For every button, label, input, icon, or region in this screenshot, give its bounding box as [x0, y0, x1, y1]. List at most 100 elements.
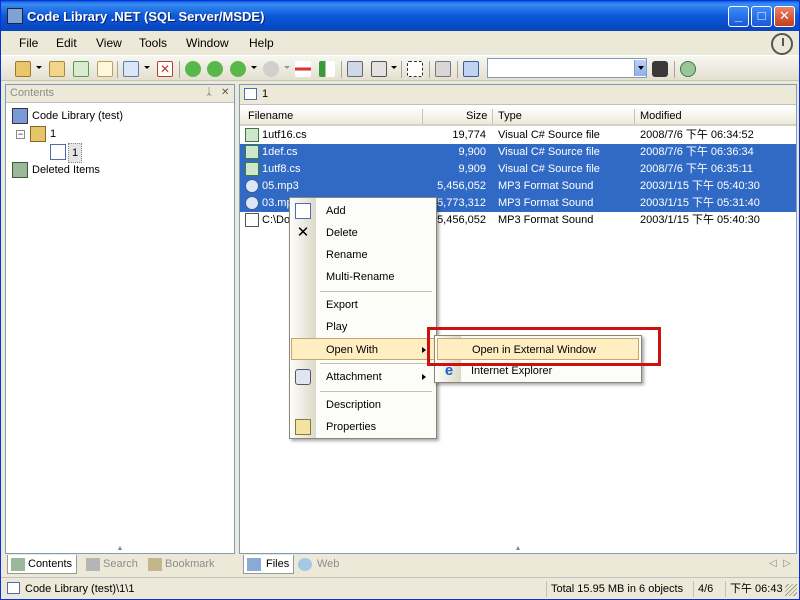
toolbar: ✕ — [1, 55, 799, 81]
left-tab-strip: Contents Search Bookmark — [5, 554, 235, 575]
menu-view[interactable]: View — [96, 36, 122, 50]
table-row[interactable]: 1utf16.cs 19,774 Visual C# Source file 2… — [240, 127, 796, 144]
tab-files[interactable]: Files — [243, 555, 295, 574]
list-view-icon — [7, 582, 20, 594]
left-splitter[interactable]: ▲ — [5, 545, 235, 553]
subfolder-icon — [50, 144, 66, 160]
menu-item-add[interactable]: Add — [292, 200, 434, 222]
menu-item-play[interactable]: Play — [292, 316, 434, 338]
table-row[interactable]: 1utf8.cs 9,909 Visual C# Source file 200… — [240, 161, 796, 178]
disabled-nav-icon — [263, 61, 279, 77]
tab-bookmark[interactable]: Bookmark — [145, 555, 219, 574]
resize-grip-icon[interactable] — [785, 584, 797, 596]
find-in-icon[interactable] — [463, 61, 479, 77]
tree-item-label: 1 — [68, 143, 83, 163]
column-header-modified[interactable]: Modified — [640, 110, 682, 122]
menu-help[interactable]: Help — [249, 36, 274, 50]
remove-icon[interactable] — [295, 61, 311, 77]
right-splitter[interactable]: ▲ — [239, 545, 797, 553]
status-time: 下午 06:43 — [725, 581, 785, 597]
new-item-icon[interactable] — [123, 61, 139, 77]
chevron-down-icon — [284, 66, 290, 69]
close-button[interactable]: ✕ — [774, 6, 795, 27]
chevron-down-icon[interactable] — [144, 66, 150, 69]
tab-web[interactable]: Web — [295, 555, 343, 574]
tab-contents[interactable]: Contents — [7, 555, 78, 574]
cell-modified: 2008/7/6 下午 06:36:34 — [640, 146, 754, 158]
minimize-button[interactable]: _ — [728, 6, 749, 27]
back-icon[interactable] — [185, 61, 201, 77]
contents-icon — [11, 558, 25, 571]
menu-edit[interactable]: Edit — [56, 36, 77, 50]
column-header-filename[interactable]: Filename — [248, 110, 293, 122]
address-text: 1 — [262, 88, 269, 100]
cell-type: Visual C# Source file — [498, 163, 600, 175]
right-tab-strip: Files Web ◁ ▷ — [239, 554, 797, 575]
new-folder-icon[interactable] — [49, 61, 65, 77]
print-icon[interactable] — [371, 61, 387, 77]
menu-file[interactable]: File — [19, 36, 38, 50]
binoculars-icon[interactable] — [652, 61, 668, 77]
scroll-right-icon[interactable]: ▷ — [783, 558, 791, 569]
export-icon[interactable] — [347, 61, 363, 77]
submenu-arrow-icon — [422, 374, 426, 380]
clock-icon — [771, 33, 793, 55]
csharp-file-icon — [245, 128, 259, 142]
pin-icon[interactable]: ᛣ — [206, 88, 216, 98]
address-bar: 1 — [240, 85, 796, 105]
tab-label: Bookmark — [165, 558, 215, 570]
chevron-down-icon[interactable] — [36, 66, 42, 69]
status-position: 4/6 — [693, 581, 723, 597]
menu-tools[interactable]: Tools — [139, 36, 167, 50]
search-input[interactable] — [487, 58, 647, 78]
list-header: Filename Size Type Modified — [240, 107, 796, 126]
cell-size: 19,774 — [452, 129, 486, 141]
delete-icon: ✕ — [296, 224, 310, 241]
menu-item-delete[interactable]: ✕ Delete — [292, 222, 434, 244]
up-icon[interactable] — [230, 61, 246, 77]
menu-item-label: Description — [326, 399, 382, 411]
tools-icon[interactable] — [435, 61, 451, 77]
delete-icon[interactable]: ✕ — [157, 61, 173, 77]
collapse-icon[interactable]: − — [16, 130, 25, 139]
menu-item-properties[interactable]: Properties — [292, 416, 434, 438]
tab-label: Web — [317, 558, 340, 570]
submenu-arrow-icon — [422, 347, 426, 353]
menu-item-open-with[interactable]: Open With — [291, 338, 435, 360]
open-folder-icon[interactable] — [15, 61, 31, 77]
refresh-icon[interactable] — [73, 61, 89, 77]
scroll-left-icon[interactable]: ◁ — [769, 558, 777, 569]
column-header-type[interactable]: Type — [498, 110, 522, 122]
menu-item-attachment[interactable]: Attachment — [292, 366, 434, 388]
sync-icon[interactable] — [680, 61, 696, 77]
title-bar[interactable]: Code Library .NET (SQL Server/MSDE) _ □ … — [1, 1, 799, 31]
table-row[interactable]: 05.mp3 5,456,052 MP3 Format Sound 2003/1… — [240, 178, 796, 195]
forward-icon[interactable] — [207, 61, 223, 77]
menu-item-description[interactable]: Description — [292, 394, 434, 416]
tab-search[interactable]: Search — [83, 555, 142, 574]
maximize-button[interactable]: □ — [751, 6, 772, 27]
chevron-down-icon[interactable] — [391, 66, 397, 69]
cell-modified: 2008/7/6 下午 06:35:11 — [640, 163, 753, 175]
status-path-text: Code Library (test)\1\1 — [25, 583, 135, 595]
table-row[interactable]: 1def.cs 9,900 Visual C# Source file 2008… — [240, 144, 796, 161]
fullscreen-icon[interactable] — [407, 61, 423, 77]
cell-filename: 05.mp3 — [262, 180, 299, 192]
menu-item-export[interactable]: Export — [292, 294, 434, 316]
bookmark-icon — [148, 558, 162, 571]
menu-item-multi-rename[interactable]: Multi-Rename — [292, 266, 434, 288]
search-dropdown-button[interactable] — [634, 60, 646, 76]
chevron-down-icon[interactable] — [251, 66, 257, 69]
menu-item-rename[interactable]: Rename — [292, 244, 434, 266]
edit-doc-icon[interactable] — [97, 61, 113, 77]
menu-window[interactable]: Window — [186, 36, 229, 50]
status-bar: Code Library (test)\1\1 Total 15.95 MB i… — [1, 577, 799, 599]
menu-item-label: Export — [326, 299, 358, 311]
status-path: Code Library (test)\1\1 — [7, 581, 134, 597]
cell-filename: 1def.cs — [262, 146, 298, 158]
insert-icon[interactable] — [319, 61, 335, 77]
cell-modified: 2003/1/15 下午 05:31:40 — [640, 197, 760, 209]
column-header-size[interactable]: Size — [466, 110, 487, 122]
pane-close-icon[interactable]: ✕ — [221, 88, 231, 98]
cell-type: Visual C# Source file — [498, 146, 600, 158]
